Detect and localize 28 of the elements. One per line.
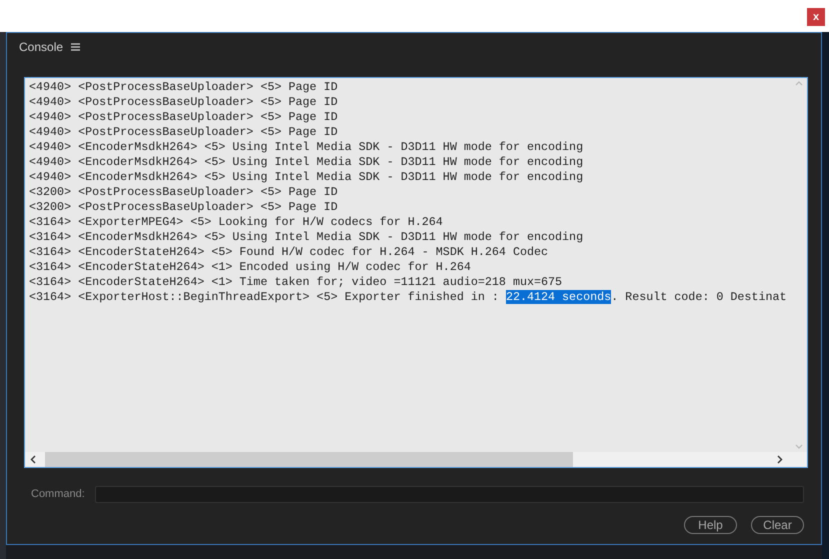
scrollbar-thumb[interactable] (45, 452, 573, 467)
scroll-up-icon[interactable] (795, 80, 803, 86)
log-line: <4940> <EncoderMsdkH264> <5> Using Intel Media SDK - D3D11 HW mode for encoding (29, 170, 584, 185)
log-line: <4940> <PostProcessBaseUploader> <5> Page ID (29, 110, 339, 125)
log-line: <3200> <PostProcessBaseUploader> <5> Page ID (29, 185, 339, 200)
log-line: <4940> <PostProcessBaseUploader> <5> Page ID (29, 80, 339, 95)
command-label: Command: (30, 486, 86, 502)
horizontal-scrollbar[interactable] (25, 452, 807, 467)
log-line: <3164> <EncoderStateH264> <1> Time taken for; video =11121 audio=218 mux=675 (29, 275, 564, 290)
log-line: <3164> <EncoderStateH264> <5> Found H/W codec for H.264 - MSDK H.264 Codec (29, 245, 550, 260)
log-line: <3200> <PostProcessBaseUploader> <5> Page ID (29, 200, 339, 215)
log-line: <3164> <EncoderStateH264> <1> Encoded using H/W codec for H.264 (29, 260, 472, 275)
log-line: <3164> <EncoderMsdkH264> <5> Using Intel Media SDK - D3D11 HW mode for encoding (29, 230, 584, 245)
log-line: <4940> <EncoderMsdkH264> <5> Using Intel Media SDK - D3D11 HW mode for encoding (29, 155, 584, 170)
log-line: <4940> <PostProcessBaseUploader> <5> Page ID (29, 95, 339, 110)
log-line: <3164> <ExporterMPEG4> <5> Looking for H/W codecs for H.264 (29, 215, 444, 230)
menu-icon[interactable] (71, 43, 80, 51)
log-line: <4940> <EncoderMsdkH264> <5> Using Intel Media SDK - D3D11 HW mode for encoding (29, 140, 584, 155)
scroll-left-icon[interactable] (30, 455, 36, 464)
action-button[interactable]: Clear (751, 516, 804, 534)
log-line: <3164> <ExporterHost::BeginThreadExport> <5> Exporter finished in : 22.4124 seconds. Result code: 0 Destinat (29, 290, 788, 305)
panel-title: Console (19, 39, 64, 56)
command-field[interactable] (95, 486, 804, 502)
close-button[interactable]: x (807, 8, 825, 26)
action-button[interactable]: Help (684, 516, 737, 534)
scroll-right-icon[interactable] (777, 455, 783, 464)
log-line: <4940> <PostProcessBaseUploader> <5> Page ID (29, 125, 339, 140)
scroll-down-icon[interactable] (795, 444, 803, 450)
